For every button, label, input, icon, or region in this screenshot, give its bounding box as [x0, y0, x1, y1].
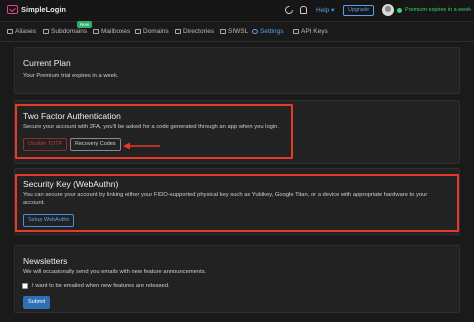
current-plan-text: Your Premium trial expires in a week. — [23, 73, 119, 79]
api-keys-icon — [293, 29, 299, 34]
newsletters-text: We will occasionally send you emails wit… — [23, 269, 207, 275]
nav-label: API Keys — [301, 28, 328, 35]
app-name: SimpleLogin — [21, 5, 66, 14]
security-key-highlight — [15, 174, 459, 232]
directories-icon — [175, 29, 181, 34]
nav-label: Aliases — [15, 28, 36, 35]
nav-subdomains[interactable]: Subdomains — [43, 28, 87, 35]
current-plan-title: Current Plan — [23, 58, 71, 68]
nav-settings[interactable]: Settings — [252, 28, 284, 35]
notifications-icon[interactable] — [300, 6, 307, 14]
domains-icon — [135, 29, 141, 34]
nav-label: Subdomains — [51, 28, 88, 35]
avatar[interactable] — [382, 4, 394, 16]
current-plan-card: Current Plan Your Premium trial expires … — [14, 47, 460, 94]
upgrade-button[interactable]: Upgrade — [343, 5, 375, 16]
app-logo[interactable]: SimpleLogin — [7, 5, 66, 14]
two-factor-highlight — [15, 104, 293, 159]
newsletter-checkbox-label[interactable]: I want to be emailed when new features a… — [32, 282, 170, 290]
theme-toggle-icon[interactable] — [283, 4, 295, 16]
siwsl-icon — [220, 29, 226, 34]
new-badge: New — [77, 21, 93, 28]
aliases-icon — [7, 29, 13, 34]
submit-button[interactable]: Submit — [23, 296, 51, 309]
newsletters-card: Newsletters We will occasionally send yo… — [14, 245, 460, 313]
main-nav: Aliases Subdomains New Mailboxes Domains… — [0, 21, 474, 42]
newsletters-title: Newsletters — [23, 256, 68, 266]
nav-siwsl[interactable]: SIWSL — [220, 28, 248, 35]
top-bar: SimpleLogin Help ▾ Upgrade Premium expir… — [0, 0, 474, 22]
arrow-left-icon — [123, 142, 160, 150]
nav-label: Settings — [260, 28, 284, 35]
subdomains-icon — [43, 29, 49, 34]
help-menu[interactable]: Help ▾ — [316, 6, 334, 14]
mailboxes-icon — [93, 29, 99, 34]
settings-icon — [252, 29, 258, 34]
nav-api-keys[interactable]: API Keys — [293, 28, 328, 35]
nav-mailboxes[interactable]: Mailboxes — [93, 28, 130, 35]
premium-status-text[interactable]: Premium expires in a week — [405, 7, 471, 13]
premium-status-icon — [397, 8, 402, 13]
nav-label: SIWSL — [228, 28, 249, 35]
newsletter-checkbox[interactable] — [22, 283, 28, 289]
nav-aliases[interactable]: Aliases — [7, 28, 36, 35]
nav-label: Directories — [183, 28, 215, 35]
nav-label: Mailboxes — [101, 28, 131, 35]
logo-icon — [7, 5, 18, 14]
nav-domains[interactable]: Domains — [135, 28, 169, 35]
nav-directories[interactable]: Directories — [175, 28, 214, 35]
nav-label: Domains — [143, 28, 169, 35]
